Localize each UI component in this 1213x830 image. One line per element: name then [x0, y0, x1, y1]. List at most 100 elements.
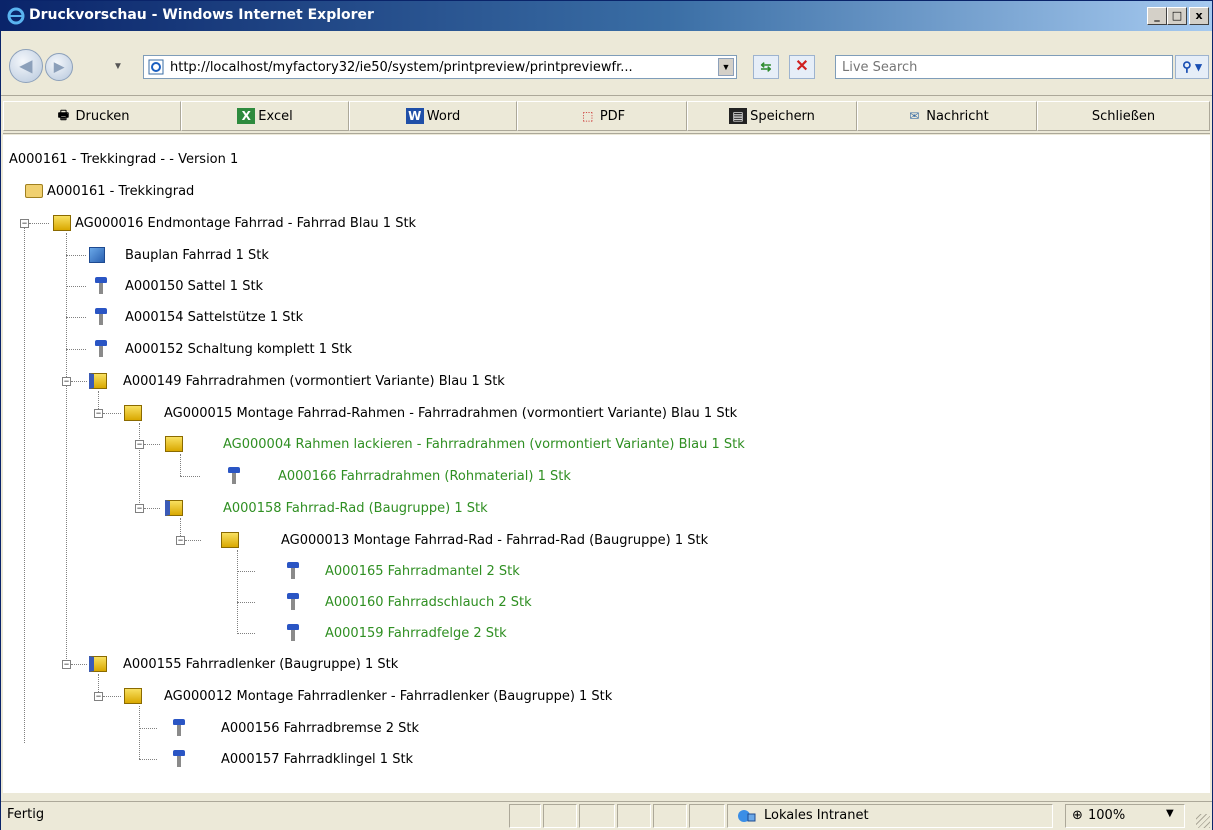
tree-node[interactable]: A000155 Fahrradlenker (Baugruppe) 1 Stk — [89, 653, 398, 675]
tree-node[interactable]: AG000013 Montage Fahrrad-Rad - Fahrrad-R… — [221, 529, 708, 551]
tree-node[interactable]: A000149 Fahrradrahmen (vormontiert Varia… — [89, 370, 505, 392]
collapse-toggle[interactable]: − — [94, 409, 103, 418]
tree-line — [237, 571, 255, 572]
excel-label: Excel — [258, 108, 293, 124]
tree-line — [103, 413, 121, 414]
tree-node[interactable]: A000158 Fahrrad-Rad (Baugruppe) 1 Stk — [165, 497, 488, 519]
collapse-toggle[interactable]: − — [94, 692, 103, 701]
tree-node-label: A000166 Fahrradrahmen (Rohmaterial) 1 St… — [278, 468, 571, 484]
tree-node[interactable]: A000154 Sattelstütze 1 Stk — [95, 306, 303, 328]
tree-line — [180, 476, 200, 477]
tree-line — [71, 664, 87, 665]
tree-node-label: AG000012 Montage Fahrradlenker - Fahrrad… — [164, 688, 613, 704]
forward-arrow-icon: ▶ — [54, 59, 64, 74]
tree-node[interactable]: A000160 Fahrradschlauch 2 Stk — [287, 591, 532, 613]
tree-node-label: A000150 Sattel 1 Stk — [125, 278, 264, 294]
save-button[interactable]: ▤ Speichern — [687, 101, 857, 131]
page-icon — [148, 59, 164, 75]
tree-node-label: AG000004 Rahmen lackieren - Fahrradrahme… — [223, 436, 745, 452]
excel-button[interactable]: X Excel — [181, 101, 349, 131]
search-box[interactable] — [835, 55, 1173, 79]
tree-line — [139, 728, 157, 729]
tree-root-label: A000161 - Trekkingrad — [47, 183, 195, 199]
tree-node[interactable]: AG000012 Montage Fahrradlenker - Fahrrad… — [124, 685, 612, 707]
tree-node-label: A000160 Fahrradschlauch 2 Stk — [325, 594, 532, 610]
forward-button[interactable]: ▶ — [45, 53, 73, 81]
history-dropdown-icon[interactable]: ▼ — [113, 61, 123, 72]
print-label: Drucken — [75, 108, 130, 124]
minimize-button[interactable]: _ — [1147, 7, 1167, 25]
window-title: Druckvorschau - Windows Internet Explore… — [29, 7, 374, 23]
assembly-group-icon — [165, 500, 183, 516]
tree-node[interactable]: A000156 Fahrradbremse 2 Stk — [173, 717, 419, 739]
word-label: Word — [426, 108, 461, 124]
part-screw-icon — [287, 593, 299, 611]
zoom-control[interactable]: ⊕ 100% ▼ — [1065, 804, 1185, 828]
tree-node-label: A000155 Fahrradlenker (Baugruppe) 1 Stk — [123, 656, 399, 672]
tree-node[interactable]: A000157 Fahrradklingel 1 Stk — [173, 748, 413, 770]
maximize-button[interactable]: □ — [1167, 7, 1187, 25]
tree-line — [24, 223, 25, 743]
tree-node[interactable]: A000166 Fahrradrahmen (Rohmaterial) 1 St… — [228, 465, 571, 487]
tree-node-label: A000159 Fahrradfelge 2 Stk — [325, 625, 507, 641]
tree-node-label: AG000013 Montage Fahrrad-Rad - Fahrrad-R… — [281, 532, 709, 548]
printer-icon: 🖶 — [57, 107, 70, 122]
status-pane — [579, 804, 615, 828]
part-screw-icon — [228, 467, 240, 485]
collapse-toggle[interactable]: − — [135, 504, 144, 513]
tree-line — [66, 255, 86, 256]
address-dropdown-icon[interactable]: ▼ — [718, 58, 734, 76]
tree-node[interactable]: AG000004 Rahmen lackieren - Fahrradrahme… — [165, 433, 745, 455]
zone-pane[interactable]: Lokales Intranet — [727, 804, 1053, 828]
search-icon: ⚲ ▾ — [1182, 59, 1202, 74]
collapse-toggle[interactable]: − — [135, 440, 144, 449]
address-url[interactable]: http://localhost/myfactory32/ie50/system… — [170, 60, 712, 75]
tree-node[interactable]: AG000016 Endmontage Fahrrad - Fahrrad Bl… — [53, 212, 416, 234]
tree-node-label: AG000016 Endmontage Fahrrad - Fahrrad Bl… — [75, 215, 417, 231]
status-pane — [509, 804, 541, 828]
document-header: A000161 - Trekkingrad - - Version 1 — [9, 148, 238, 170]
tree-line — [66, 349, 86, 350]
zoom-level: 100% — [1088, 808, 1126, 823]
part-screw-icon — [95, 277, 107, 295]
address-bar[interactable]: http://localhost/myfactory32/ie50/system… — [143, 55, 737, 79]
tree-node[interactable]: A000150 Sattel 1 Stk — [95, 275, 263, 297]
tree-line — [66, 317, 86, 318]
close-preview-button[interactable]: Schließen — [1037, 101, 1210, 131]
status-pane — [617, 804, 651, 828]
part-screw-icon — [287, 624, 299, 642]
print-button[interactable]: 🖶 Drucken — [3, 101, 181, 131]
refresh-button[interactable]: ⇆ — [753, 55, 779, 79]
pdf-button[interactable]: ⬚ PDF — [517, 101, 687, 131]
collapse-toggle[interactable]: − — [20, 219, 29, 228]
tree-node-label: A000158 Fahrrad-Rad (Baugruppe) 1 Stk — [223, 500, 488, 516]
collapse-toggle[interactable]: − — [176, 536, 185, 545]
stop-button[interactable]: ✕ — [789, 55, 815, 79]
print-preview-toolbar: 🖶 Drucken X Excel W Word ⬚ PDF ▤ Speichern ✉ N… — [3, 101, 1210, 134]
part-screw-icon — [95, 340, 107, 358]
resize-grip-icon[interactable] — [1196, 814, 1210, 828]
zoom-icon: ⊕ — [1072, 808, 1083, 823]
tree-line — [237, 633, 255, 634]
search-button[interactable]: ⚲ ▾ — [1175, 55, 1209, 79]
tree-node[interactable]: A000152 Schaltung komplett 1 Stk — [95, 338, 352, 360]
status-text: Fertig — [7, 807, 45, 822]
tree-root[interactable]: A000161 - Trekkingrad — [25, 180, 194, 202]
tree-node[interactable]: A000159 Fahrradfelge 2 Stk — [287, 622, 507, 644]
tree-line — [237, 550, 238, 634]
assembly-operation-icon — [53, 215, 71, 231]
back-button[interactable]: ◀ — [9, 49, 43, 83]
status-pane — [653, 804, 687, 828]
tree-node-label: A000156 Fahrradbremse 2 Stk — [221, 720, 419, 736]
tree-node[interactable]: AG000015 Montage Fahrrad-Rahmen - Fahrra… — [124, 402, 737, 424]
close-window-button[interactable]: x — [1189, 7, 1209, 25]
stop-icon: ✕ — [795, 58, 809, 75]
collapse-toggle[interactable]: − — [62, 660, 71, 669]
tree-node[interactable]: Bauplan Fahrrad 1 Stk — [89, 244, 269, 266]
word-button[interactable]: W Word — [349, 101, 517, 131]
collapse-toggle[interactable]: − — [62, 377, 71, 386]
message-label: Nachricht — [926, 108, 989, 124]
message-button[interactable]: ✉ Nachricht — [857, 101, 1037, 131]
tree-node[interactable]: A000165 Fahrradmantel 2 Stk — [287, 560, 520, 582]
search-input[interactable] — [840, 59, 1164, 76]
